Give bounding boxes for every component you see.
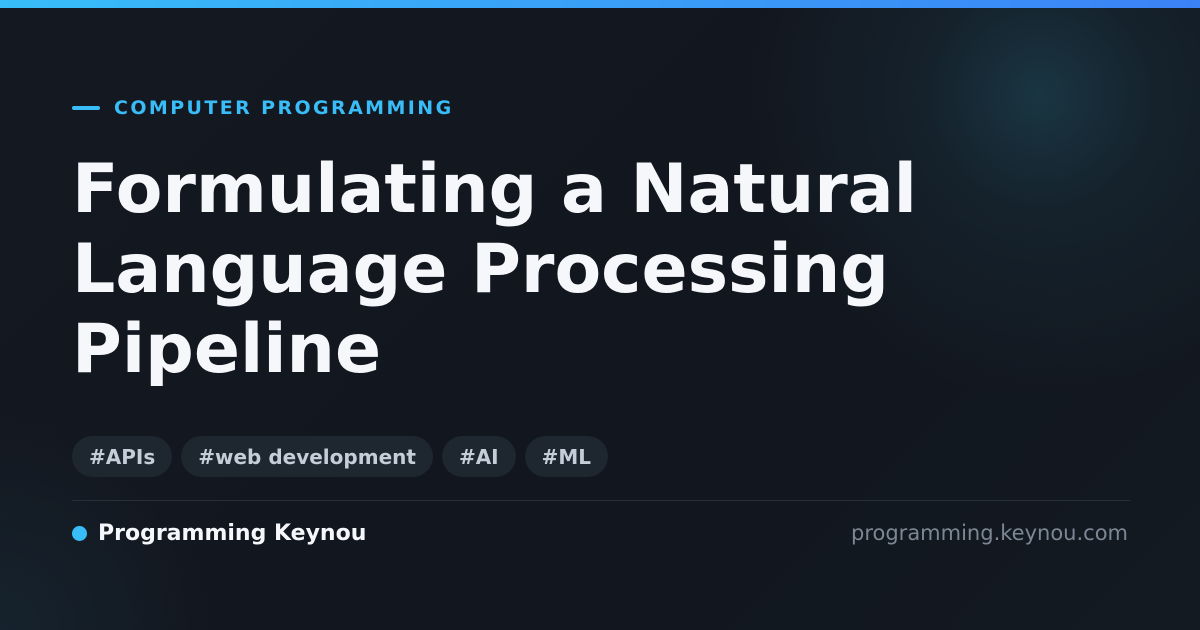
tag-ai: #AI — [441, 436, 516, 477]
brand-dot-icon — [72, 525, 87, 541]
og-card: COMPUTER PROGRAMMING Formulating a Natur… — [0, 0, 1200, 630]
title-line-1: Formulating a Natural — [72, 150, 917, 229]
tag-ml: #ML — [524, 436, 609, 477]
title-line-2: Language Processing — [72, 230, 889, 309]
dash-icon — [72, 106, 100, 110]
tag-web-development: #web development — [181, 436, 433, 477]
brand: Programming Keynou — [72, 518, 366, 548]
tag-list: #APIs #web development #AI #ML — [72, 436, 609, 477]
accent-bar — [0, 0, 1200, 8]
divider — [72, 500, 1130, 501]
category-label: COMPUTER PROGRAMMING — [72, 96, 454, 120]
page-title: Formulating a Natural Language Processin… — [72, 150, 1072, 390]
brand-name: Programming Keynou — [98, 520, 367, 546]
title-line-3: Pipeline — [72, 310, 382, 389]
site-url: programming.keynou.com — [851, 521, 1128, 545]
category-text: COMPUTER PROGRAMMING — [114, 97, 454, 119]
tag-apis: #APIs — [72, 436, 173, 477]
